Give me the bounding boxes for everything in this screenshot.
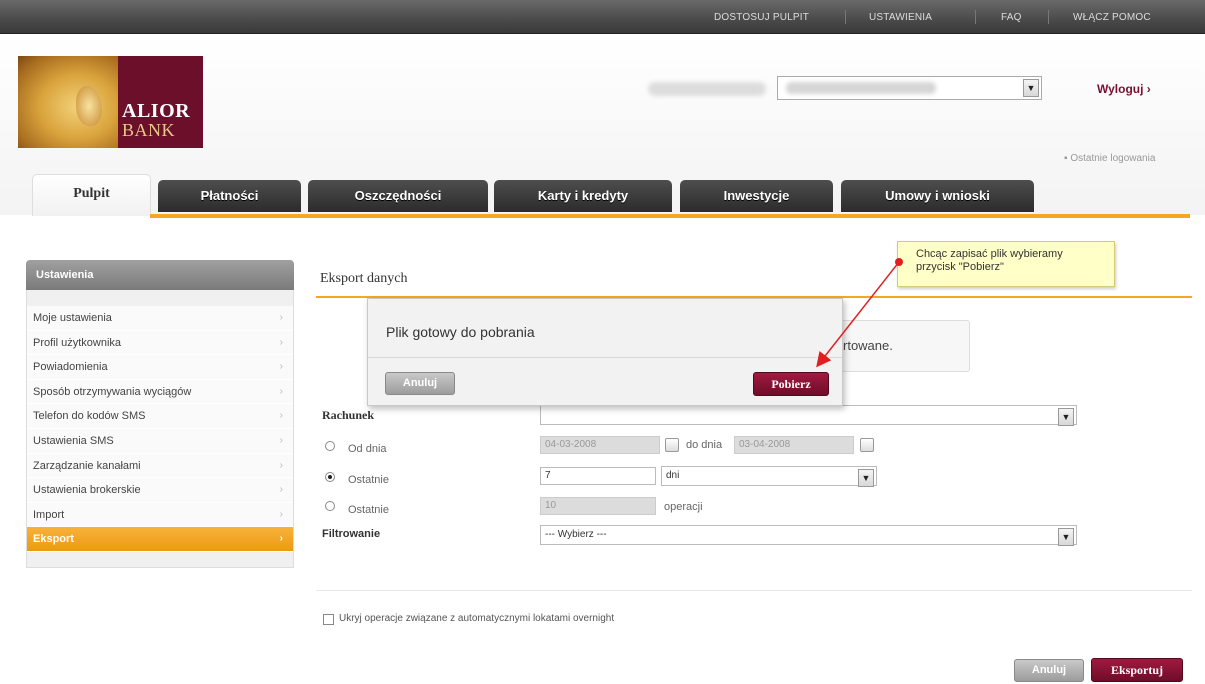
sidebar-item-label: Moje ustawienia [33,312,112,324]
logo-text-bank: BANK [122,120,176,140]
divider [316,590,1192,591]
customize-dashboard-link[interactable]: DOSTOSUJ PULPIT [714,12,809,23]
sidebar-item-label: Ustawienia brokerskie [33,484,141,497]
chevron-right-icon: › [279,312,283,323]
account-name-blurred [786,82,936,94]
period-unit-select[interactable]: dni ▼ [661,466,877,487]
tabs-underline [150,214,1190,218]
chevron-down-icon[interactable]: ▼ [1058,408,1074,426]
tab-platnosci[interactable]: Płatności [158,180,301,212]
divider [1048,10,1049,24]
sidebar-item-kanaly[interactable]: Zarządzanie kanałami › [27,453,293,479]
export-button[interactable]: Eksportuj [1091,658,1183,682]
tab-inwestycje[interactable]: Inwestycje [680,180,833,212]
faq-link[interactable]: FAQ [1001,12,1022,23]
to-date-field[interactable]: 03-04-2008 [734,436,854,454]
tab-umowy-i-wnioski[interactable]: Umowy i wnioski [841,180,1034,212]
sidebar-item-label: Zarządzanie kanałami [33,459,141,472]
calendar-icon[interactable] [860,438,874,452]
last-operations-field[interactable]: 10 [540,497,656,515]
logo-text-alior: ALIOR [122,100,191,122]
dialog-title: Plik gotowy do pobrania [386,324,535,340]
top-nav-bar: DOSTOSUJ PULPIT USTAWIENIA FAQ WŁĄCZ POM… [0,0,1205,34]
help-toggle-link[interactable]: WŁĄCZ POMOC [1073,12,1151,23]
chevron-right-icon: › [279,484,283,496]
radio-date-range[interactable] [325,441,335,451]
sidebar-item-label: Sposób otrzymywania wyciągów [33,385,192,398]
chevron-right-icon: › [279,385,283,397]
account-select[interactable]: ▼ [777,76,1042,100]
sidebar-item-label: Ustawienia SMS [33,434,114,447]
filter-select-value: --- Wybierz --- [545,529,607,540]
account-label: Rachunek [322,408,375,422]
info-message-box: rtowane. [832,320,970,372]
cancel-button[interactable]: Anuluj [1014,659,1084,682]
sidebar-item-import[interactable]: Import › [27,502,293,528]
page-title: Eksport danych [320,271,408,286]
period-unit-value: dni [666,470,680,481]
chevron-right-icon: › [279,533,283,545]
divider [845,10,846,24]
hide-overnight-checkbox[interactable] [323,614,334,625]
sidebar-item-label: Profil użytkownika [33,336,122,349]
sidebar-item-label: Import [33,508,65,521]
logout-link[interactable]: Wyloguj › [1097,82,1151,96]
hide-overnight-label: Ukryj operacje związane z automatycznymi… [339,613,615,624]
to-date-label: do dnia [686,439,723,451]
sidebar-item-label: Powiadomienia [33,361,108,374]
calendar-icon[interactable] [665,438,679,452]
download-dialog: Plik gotowy do pobrania Anuluj Pobierz [367,298,843,406]
tab-pulpit[interactable]: Pulpit [32,174,151,216]
chevron-right-icon: › [279,508,283,520]
sidebar-item-telefon-sms[interactable]: Telefon do kodów SMS › [27,404,293,429]
radio-last-days[interactable] [325,472,335,482]
sidebar-menu: Moje ustawienia › Profil użytkownika › Pow… [27,306,293,552]
filter-label: Filtrowanie [322,528,381,540]
account-select-export[interactable]: ▼ [540,405,1077,426]
chevron-down-icon[interactable]: ▼ [858,469,874,487]
chevron-right-icon: › [279,336,283,348]
user-name-blurred [648,82,766,96]
tooltip-line-1: Chcąc zapisać plik wybieramy [916,248,1063,260]
sidebar-item-profil-uzytkownika[interactable]: Profil użytkownika › [27,330,293,356]
divider [975,10,976,24]
chevron-right-icon: › [279,434,283,446]
radio-last-operations[interactable] [325,501,335,511]
sidebar-item-label: Eksport [33,533,74,546]
settings-link[interactable]: USTAWIENIA [869,12,932,23]
download-button[interactable]: Pobierz [753,372,829,396]
tooltip-line-2: przycisk "Pobierz" [916,261,1004,273]
filter-select[interactable]: --- Wybierz --- ▼ [540,525,1077,546]
chevron-down-icon[interactable]: ▼ [1058,528,1074,546]
info-message-text: rtowane. [843,338,893,353]
sidebar-item-label: Telefon do kodów SMS [33,410,146,423]
from-date-field[interactable]: 04-03-2008 [540,436,660,454]
sidebar-item-eksport[interactable]: Eksport › [27,527,293,552]
help-tooltip: Chcąc zapisać plik wybieramy przycisk "P… [897,241,1115,287]
chevron-right-icon: › [279,410,283,422]
last-login-link[interactable]: ▪ Ostatnie logowania [1064,153,1155,164]
last-operations-label: Ostatnie [348,504,389,516]
sidebar-title: Ustawienia [26,260,294,290]
sidebar-item-moje-ustawienia[interactable]: Moje ustawienia › [27,306,293,331]
divider [368,357,842,358]
logo-face-image [18,56,118,148]
operations-label: operacji [664,501,703,513]
main-tabs: Pulpit Płatności Oszczędności Karty i kr… [0,170,1205,216]
tab-oszczednosci[interactable]: Oszczędności [308,180,488,212]
tab-karty-i-kredyty[interactable]: Karty i kredyty [494,180,672,212]
from-date-label: Od dnia [348,443,387,455]
sidebar-item-powiadomienia[interactable]: Powiadomienia › [27,355,293,380]
dialog-cancel-button[interactable]: Anuluj [385,372,455,395]
last-days-label: Ostatnie [348,474,389,486]
chevron-right-icon: › [279,361,283,373]
sidebar-item-ustawienia-sms[interactable]: Ustawienia SMS › [27,428,293,454]
sidebar-item-wyciagi[interactable]: Sposób otrzymywania wyciągów › [27,379,293,405]
chevron-right-icon: › [279,459,283,471]
alior-bank-logo[interactable]: ALIOR BANK [18,56,203,148]
last-days-field[interactable]: 7 [540,467,656,485]
chevron-down-icon[interactable]: ▼ [1023,79,1039,97]
sidebar-item-brokerskie[interactable]: Ustawienia brokerskie › [27,478,293,503]
